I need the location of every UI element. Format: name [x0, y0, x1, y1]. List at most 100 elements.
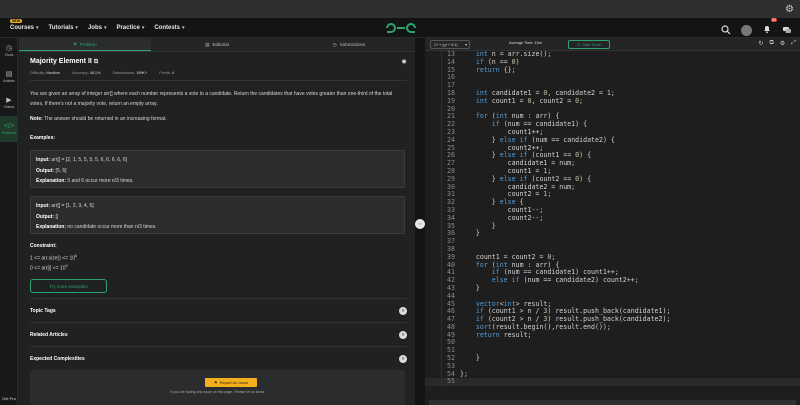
horizontal-scrollbar[interactable] — [429, 400, 796, 405]
notification-count: 83 — [771, 18, 777, 22]
language-value: C++ (g++ 5.4) — [434, 42, 458, 47]
tab-editorial[interactable]: ▤ Editorial — [151, 38, 283, 51]
nav-tutorials[interactable]: Tutorials ▾ — [49, 25, 78, 31]
gutter — [425, 105, 442, 114]
code-line[interactable]: 54}; — [425, 370, 800, 379]
share-icon[interactable]: ⧉ — [770, 40, 774, 47]
gutter — [425, 113, 442, 122]
reset-icon[interactable]: ↻ — [758, 40, 763, 47]
nav-courses-label: Courses — [10, 24, 35, 31]
expand-icon[interactable]: › — [399, 330, 407, 339]
search-icon[interactable] — [721, 25, 731, 35]
submissions: Submissions: 199K+ — [112, 71, 147, 75]
start-timer-label: Start Timer — [582, 42, 601, 47]
expand-arrows-icon[interactable]: ⇔ — [415, 219, 425, 229]
rail-problems[interactable]: </> Problems — [0, 116, 18, 142]
start-timer-button[interactable]: ◷ Start Timer — [568, 40, 610, 49]
accuracy: Accuracy: 48.1% — [72, 71, 101, 75]
points-label: Points: — [159, 71, 171, 75]
accordion-related-articles[interactable]: Related Articles › — [30, 322, 407, 346]
explanation-label: Explanation: — [36, 178, 67, 184]
settings-icon[interactable]: ✹ — [401, 58, 407, 66]
gutter — [425, 292, 442, 301]
rail-label: Clock — [4, 53, 14, 57]
code-line[interactable]: 51 — [425, 346, 800, 356]
tab-submissions[interactable]: ◷ Submissions — [283, 38, 415, 51]
constraint-1-exponent: 6 — [75, 254, 77, 258]
code-line[interactable]: 55 — [425, 378, 800, 387]
gutter — [425, 277, 442, 285]
accordion-expected-complexities[interactable]: Expected Complexities › — [30, 346, 407, 370]
output-label: Output: — [36, 213, 55, 220]
panel-resize-divider[interactable]: ⇔ — [415, 38, 425, 405]
difficulty-label: Difficulty: — [30, 71, 46, 75]
nav-contests-label: Contests — [154, 24, 181, 31]
example-2: Input: arr[] = [1, 2, 3, 4, 5] Output: [… — [30, 196, 405, 234]
gutter — [425, 347, 442, 356]
code-line[interactable]: 42 else if (num == candidate2) count2++; — [425, 276, 800, 285]
code-line[interactable]: 50 — [425, 339, 800, 348]
gutter — [425, 284, 442, 293]
example-output: Output: [5, 6] — [36, 166, 399, 177]
tab-problem[interactable]: ◈ Problem — [19, 38, 151, 51]
code-line[interactable]: 49 return result; — [425, 331, 800, 340]
nav-jobs-label: Jobs — [87, 24, 102, 31]
submissions-label: Submissions: — [112, 71, 136, 75]
output-label: Output: — [36, 167, 55, 174]
gutter — [425, 222, 442, 231]
expand-icon[interactable]: › — [399, 354, 407, 363]
rail-videos[interactable]: ▶ Videos — [0, 90, 18, 116]
code-line[interactable]: 37 — [425, 237, 800, 246]
page-title: Majority Element II ⧉ — [30, 58, 98, 66]
copy-icon[interactable]: ⧉ — [94, 59, 98, 65]
code-line[interactable]: 36 } — [425, 230, 800, 239]
gutter — [425, 339, 442, 348]
flag-icon: ⚑ — [213, 380, 218, 385]
code-area[interactable]: 13 int n = arr.size(); 14 if (n == 0) 15 r… — [425, 51, 800, 405]
example-input-value: arr[] = [2, 1, 5, 5, 5, 5, 6, 6, 6, 6, 6… — [51, 157, 128, 163]
accordion-topic-tags[interactable]: Topic Tags › — [30, 298, 407, 322]
settings-icon[interactable]: ⚙ — [780, 40, 785, 47]
gutter — [425, 74, 442, 83]
editor-toolbar: C++ (g++ 5.4) ▾ Average Time: 15m ◷ Start … — [425, 38, 800, 51]
tab-label: Problem — [79, 41, 97, 47]
problem-title: Majority Element II — [30, 58, 92, 65]
expand-icon[interactable]: › — [399, 306, 407, 315]
geeksforgeeks-logo[interactable] — [384, 21, 418, 35]
constraint-2-exponent: 9 — [65, 264, 68, 268]
code-line[interactable]: 15 return {}; — [425, 66, 800, 75]
try-more-examples-button[interactable]: Try more examples — [30, 279, 107, 293]
nav-courses[interactable]: NEW Courses ▾ — [10, 18, 39, 31]
nav-contests[interactable]: Contests ▾ — [154, 25, 184, 31]
code-line[interactable]: 52 } — [425, 354, 800, 363]
fullscreen-icon[interactable]: ⤢ — [791, 40, 796, 47]
code-line[interactable]: 35 } — [425, 222, 800, 231]
chevron-down-icon: ▾ — [75, 24, 78, 31]
note-label: Note: — [30, 116, 43, 122]
gutter — [425, 378, 442, 387]
language-select[interactable]: C++ (g++ 5.4) ▾ — [430, 40, 470, 49]
nav-practice[interactable]: Practice ▾ — [116, 25, 144, 31]
gutter — [425, 230, 442, 239]
notification-bell[interactable]: 83 — [762, 18, 777, 39]
chat-icon[interactable] — [782, 25, 792, 35]
code-line[interactable]: 53 — [425, 362, 800, 371]
code-line[interactable]: 43 } — [425, 284, 800, 293]
gutter — [425, 167, 442, 176]
code-line[interactable]: 16 — [425, 74, 800, 83]
example-output-value: [5, 6] — [55, 167, 67, 174]
code-text: else if (num == candidate2) count2++; — [491, 276, 639, 285]
code-line[interactable]: 19 int count1 = 0, count2 = 0; — [425, 97, 800, 106]
report-issue-button[interactable]: ⚑ Report An Issue — [205, 378, 257, 387]
example-input: Input: arr[] = [1, 2, 3, 4, 5] — [36, 201, 399, 212]
gear-icon[interactable]: ⚙ — [785, 4, 794, 15]
avatar[interactable] — [741, 24, 752, 36]
new-badge: NEW — [10, 18, 23, 23]
rail-articles[interactable]: ▤ Articles — [0, 64, 18, 90]
get-pro-link[interactable]: Get Pro — [0, 396, 18, 401]
problem-panel: ◈ Problem ▤ Editorial ◷ Submissions Majorit… — [19, 38, 415, 405]
gutter — [425, 253, 442, 262]
nav-jobs[interactable]: Jobs ▾ — [88, 25, 107, 31]
rail-clock[interactable]: ◷ Clock — [0, 38, 18, 64]
